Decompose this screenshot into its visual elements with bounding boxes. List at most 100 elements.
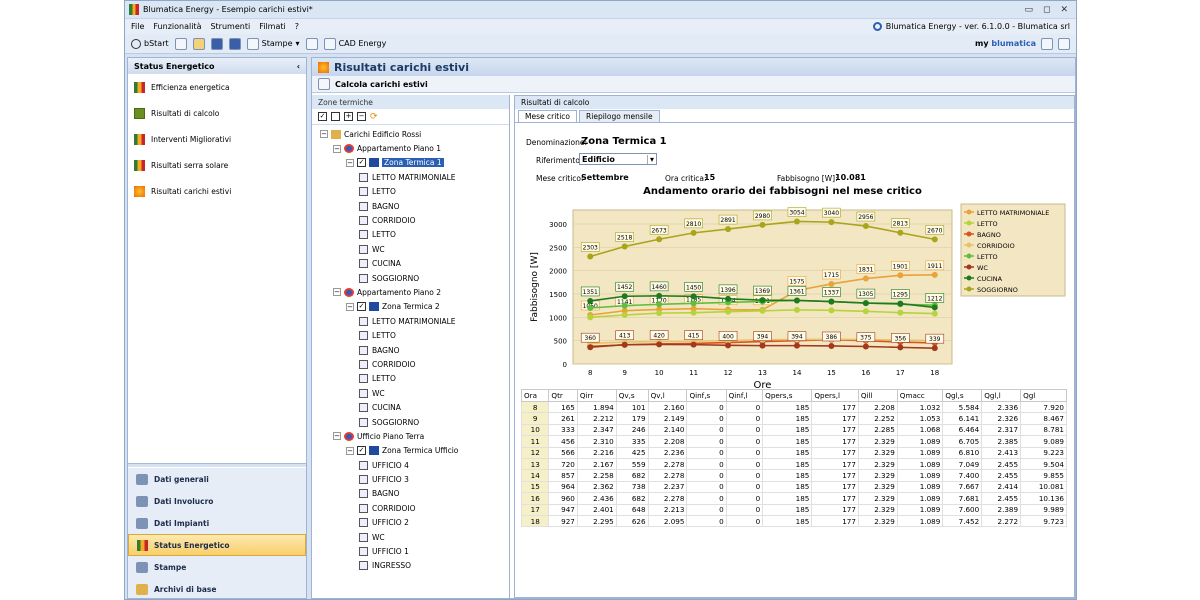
menu-filmati[interactable]: Filmati [259, 22, 286, 31]
tree-node[interactable]: CORRIDOIO [312, 501, 509, 515]
expander-icon[interactable]: − [346, 158, 354, 167]
open-folder-icon[interactable] [192, 37, 205, 50]
zone-checkbox[interactable]: ✓ [357, 158, 366, 168]
tree-node[interactable]: UFFICIO 4 [312, 458, 509, 472]
tree-node[interactable]: CUCINA [312, 257, 509, 271]
close-icon[interactable]: ✕ [1060, 5, 1068, 15]
column-header[interactable]: Qv,s [615, 389, 649, 402]
table-row[interactable]: 16 960 2.436 682 2.278 0 0 185 177 2.329 1.089 7.68… [520, 492, 1067, 505]
table-row[interactable]: 13 720 2.167 559 2.278 0 0 185 177 2.329 1.089 7.04… [520, 457, 1067, 471]
tree-node[interactable]: INGRESSO [312, 559, 509, 573]
tree-node[interactable]: LETTO [312, 372, 509, 386]
tree-node[interactable]: LETTO MATRIMONIALE [312, 314, 509, 328]
sidebar-item-interventi[interactable]: Interventi Migliorativi [128, 126, 306, 152]
nav-status-energetico[interactable]: Status Energetico [128, 534, 306, 556]
tab-riepilogo-mensile[interactable]: Riepilogo mensile [579, 110, 660, 122]
maximize-icon[interactable]: ◻ [1043, 5, 1050, 15]
cad-energy-button[interactable]: CAD Energy [323, 37, 386, 50]
tree-node[interactable]: − Ufficio Piano Terra [312, 429, 509, 443]
tree-node[interactable]: UFFICIO 2 [312, 516, 509, 530]
tree-node[interactable]: WC [312, 530, 509, 544]
help-icon[interactable] [1041, 37, 1053, 50]
zone-checkbox[interactable]: ✓ [357, 446, 366, 456]
save-all-icon[interactable] [228, 37, 241, 50]
nav-dati-involucro[interactable]: Dati Involucro [128, 490, 306, 512]
column-header[interactable]: Qmacc [896, 389, 944, 402]
nav-stampe[interactable]: Stampe [128, 556, 306, 578]
new-icon[interactable] [174, 37, 187, 50]
tab-mese-critico[interactable]: Mese critico [518, 110, 578, 122]
sidebar-item-efficienza[interactable]: Efficienza energetica [128, 74, 306, 100]
table-row[interactable]: 15 964 2.362 738 2.237 0 0 185 177 2.329 1.089 7.66… [520, 480, 1067, 494]
stampe-button[interactable]: Stampe ▾ [246, 37, 300, 50]
tree-node[interactable]: BAGNO [312, 199, 509, 213]
my-blumatica-link[interactable]: my blumatica [975, 39, 1036, 48]
nav-dati-impianti[interactable]: Dati Impianti [128, 512, 306, 534]
menu-strumenti[interactable]: Strumenti [210, 22, 250, 31]
tree-node[interactable]: − Carichi Edificio Rossi [312, 127, 509, 141]
tree-node[interactable]: WC [312, 242, 509, 256]
sidebar-item-serra-solare[interactable]: Risultati serra solare [128, 152, 306, 178]
table-row[interactable]: 8 165 1.894 101 2.160 0 0 185 177 2.208 1.032 5.584… [520, 400, 1067, 414]
check-all-icon[interactable]: ✓ [318, 112, 327, 121]
nav-dati-generali[interactable]: Dati generali [128, 468, 306, 490]
table-row[interactable]: 9 261 2.212 179 2.149 0 0 185 177 2.252 1.053 6.141… [520, 412, 1067, 425]
expander-icon[interactable]: − [333, 288, 341, 297]
bstart-button[interactable]: bStart [131, 38, 169, 49]
tree-node[interactable]: − Appartamento Piano 1 [312, 141, 509, 155]
expander-icon[interactable]: − [346, 446, 354, 455]
tree-node[interactable]: − Appartamento Piano 2 [312, 285, 509, 299]
tree-node[interactable]: − ✓ Zona Termica 1 [312, 156, 509, 170]
sidebar-item-risultati-calcolo[interactable]: Risultati di calcolo [128, 100, 306, 126]
table-row[interactable]: 18 927 2.295 626 2.095 0 0 185 177 2.329 1.089 7.45… [520, 514, 1067, 528]
tree-node[interactable]: BAGNO [312, 343, 509, 357]
expand-all-icon[interactable]: + [344, 112, 353, 121]
sidebar-item-carichi-estivi[interactable]: Risultati carichi estivi [128, 178, 306, 204]
column-header[interactable]: Qv,l [647, 389, 688, 402]
column-header[interactable]: Qpers,s [762, 389, 813, 402]
tree-node[interactable]: SOGGIORNO [312, 415, 509, 429]
save-icon[interactable] [210, 37, 223, 50]
tree-node[interactable]: CORRIDOIO [312, 357, 509, 371]
table-row[interactable]: 11 456 2.310 335 2.208 0 0 185 177 2.329 1.089 6.70… [520, 435, 1067, 448]
column-header[interactable]: Qgl [1020, 389, 1067, 402]
table-row[interactable]: 12 566 2.216 425 2.236 0 0 185 177 2.329 1.089 6.81… [520, 446, 1067, 459]
minimize-icon[interactable]: ▭ [1024, 5, 1033, 15]
menu-help[interactable]: ? [295, 22, 299, 31]
column-header[interactable]: Qtr [548, 389, 578, 402]
tree-node[interactable]: UFFICIO 3 [312, 472, 509, 486]
menu-funzionalita[interactable]: Funzionalità [153, 22, 201, 31]
column-header[interactable]: Qinf,s [686, 389, 727, 402]
column-header[interactable]: Qill [857, 389, 898, 402]
column-header[interactable]: Qirr [576, 389, 617, 402]
tree-node[interactable]: SOGGIORNO [312, 271, 509, 285]
tree-node[interactable]: CORRIDOIO [312, 213, 509, 227]
tools-icon[interactable] [305, 37, 318, 50]
table-row[interactable]: 17 947 2.401 648 2.213 0 0 185 177 2.329 1.089 7.60… [520, 503, 1067, 516]
collapse-all-icon[interactable]: − [357, 112, 366, 121]
riferimento-select[interactable]: Edificio ▾ [579, 153, 657, 165]
tree-node[interactable]: LETTO MATRIMONIALE [312, 170, 509, 184]
refresh-icon[interactable]: ⟳ [370, 112, 378, 122]
zone-checkbox[interactable]: ✓ [357, 302, 366, 312]
column-header[interactable]: Qgl,s [942, 389, 983, 402]
settings-icon[interactable] [1058, 37, 1070, 50]
tree-node[interactable]: − ✓ Zona Termica 2 [312, 300, 509, 314]
calcola-button[interactable]: Calcola carichi estivi [312, 76, 1075, 93]
tree-node[interactable]: LETTO [312, 228, 509, 242]
table-row[interactable]: 14 857 2.258 682 2.278 0 0 185 177 2.329 1.089 7.40… [520, 469, 1067, 482]
splitter[interactable] [128, 463, 306, 467]
nav-archivi[interactable]: Archivi di base [128, 578, 306, 599]
tree-node[interactable]: WC [312, 386, 509, 400]
column-header[interactable]: Qpers,l [811, 389, 859, 402]
expander-icon[interactable]: − [333, 144, 341, 153]
menu-file[interactable]: File [131, 22, 144, 31]
expander-icon[interactable]: − [346, 302, 354, 311]
tree-node[interactable]: LETTO [312, 185, 509, 199]
column-header[interactable]: Ora [520, 389, 550, 402]
column-header[interactable]: Qgl,l [981, 389, 1022, 402]
collapse-icon[interactable]: ‹ [297, 62, 300, 71]
expander-icon[interactable]: − [333, 432, 341, 441]
expander-icon[interactable]: − [320, 130, 328, 139]
uncheck-all-icon[interactable] [331, 112, 340, 121]
